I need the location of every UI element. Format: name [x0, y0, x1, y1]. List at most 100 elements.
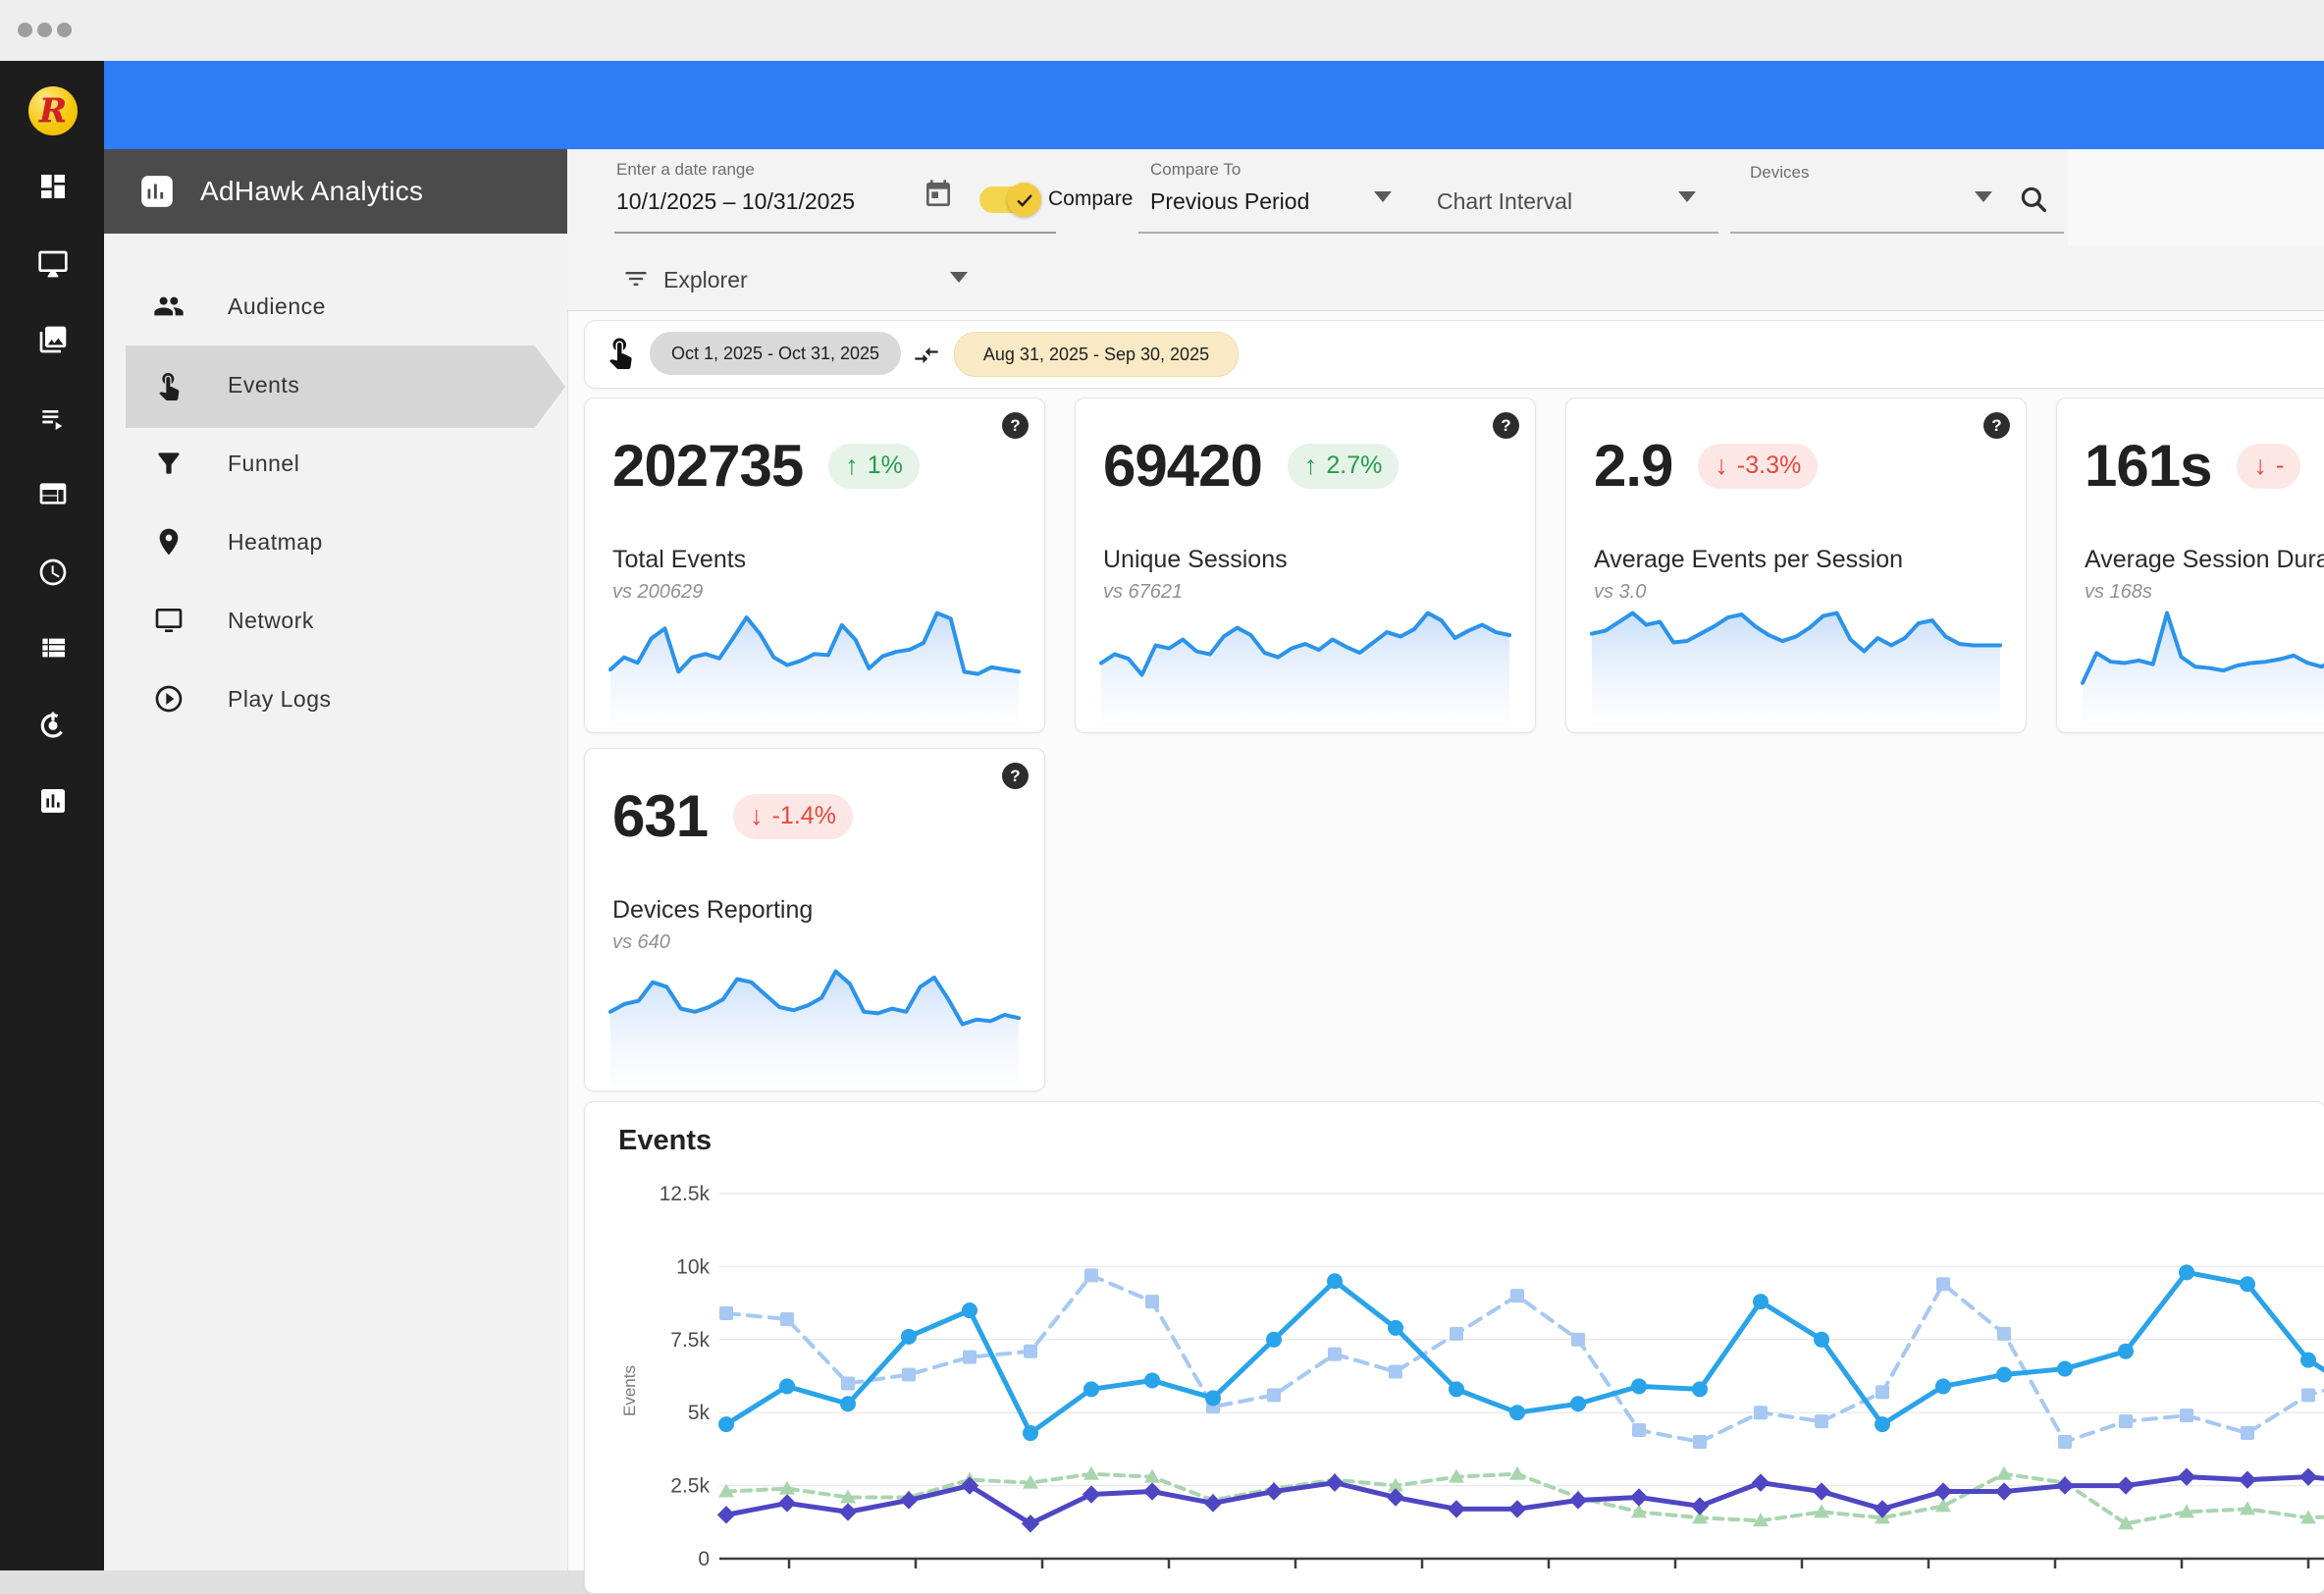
events-line-chart[interactable]: 0 2.5k 5k 7.5k 10k 12.5k Events [584, 1101, 2324, 1570]
nav-item-play-logs[interactable]: Play Logs [104, 660, 567, 738]
toolbar-row-1-end [2068, 149, 2324, 245]
svg-text:12.5k: 12.5k [660, 1183, 711, 1205]
window-dot[interactable] [57, 23, 72, 37]
people-icon [153, 291, 185, 322]
svg-text:10k: 10k [676, 1255, 710, 1278]
svg-text:5k: 5k [688, 1402, 711, 1424]
nav-item-events[interactable]: Events [104, 345, 567, 424]
kpi-label: Total Events [612, 546, 746, 574]
monitor-icon [153, 605, 185, 636]
date-range-label: Enter a date range [616, 160, 755, 180]
dashboard-icon[interactable] [37, 171, 69, 202]
svg-text:0: 0 [698, 1548, 710, 1570]
touch-icon [603, 334, 638, 369]
window-dot[interactable] [18, 23, 32, 37]
arrow-up-icon: ↑ [1304, 451, 1318, 481]
nav-item-audience[interactable]: Audience [104, 267, 567, 345]
compare-toggle-label: Compare [1048, 187, 1133, 211]
window-titlebar [0, 0, 2324, 61]
app-logo-icon[interactable]: R [28, 86, 78, 135]
chevron-down-icon[interactable] [1678, 191, 1696, 202]
kpi-delta-badge: ↓- [2237, 444, 2300, 489]
chevron-down-icon[interactable] [1975, 191, 1992, 202]
nav-label: Network [228, 608, 314, 634]
kpi-delta-badge: ↓-1.4% [733, 794, 853, 839]
chart-interval-select[interactable]: Chart Interval [1437, 188, 1572, 215]
arrow-up-icon: ↑ [845, 451, 859, 481]
compare-to-select[interactable]: Previous Period [1150, 188, 1309, 215]
kpi-label: Devices Reporting [612, 896, 813, 925]
toolbar-row-2 [567, 245, 2324, 311]
help-icon[interactable]: ? [1493, 412, 1519, 439]
kpi-sparkline [605, 951, 1025, 1085]
search-icon[interactable] [2017, 183, 2050, 216]
kpi-delta-badge: ↑2.7% [1288, 444, 1399, 489]
svg-text:Events: Events [620, 1365, 639, 1416]
date-range-input[interactable]: 10/1/2025 – 10/31/2025 [616, 188, 855, 215]
kpi-label: Average Events per Session [1594, 546, 1903, 574]
photo-library-icon[interactable] [37, 324, 69, 355]
arrow-down-icon: ↓ [750, 801, 764, 831]
chevron-down-icon[interactable] [950, 272, 968, 283]
joystick-icon[interactable] [37, 709, 69, 740]
top-accent-bar [104, 61, 2324, 149]
kpi-value: 69420 [1103, 432, 1262, 500]
nav-label: Funnel [228, 451, 299, 477]
kpi-label: Unique Sessions [1103, 546, 1288, 574]
svg-text:7.5k: 7.5k [670, 1329, 710, 1352]
kpi-card-total-events: 202735 ↑1% ? Total Events vs 200629 [584, 398, 1045, 733]
previous-range-chip[interactable]: Aug 31, 2025 - Sep 30, 2025 [954, 332, 1239, 377]
kpi-card-unique-sessions: 69420 ↑2.7% ? Unique Sessions vs 67621 [1075, 398, 1536, 733]
kpi-sparkline [605, 593, 1025, 726]
kpi-value: 202735 [612, 432, 803, 500]
web-layout-icon[interactable] [37, 478, 69, 509]
kpi-delta-badge: ↓-3.3% [1698, 444, 1818, 489]
compare-to-label: Compare To [1150, 160, 1241, 180]
nav-label: Events [228, 372, 299, 398]
explorer-select[interactable]: Explorer [663, 267, 748, 293]
check-icon [1014, 189, 1035, 211]
window-dot[interactable] [37, 23, 52, 37]
nav-label: Play Logs [228, 686, 332, 713]
kpi-card-session-duration: 161s ↓- ? Average Session Duration vs 16… [2056, 398, 2324, 733]
view-list-icon[interactable] [37, 632, 69, 664]
clock-icon[interactable] [37, 557, 69, 588]
funnel-icon [153, 448, 185, 479]
playlist-play-icon[interactable] [37, 402, 69, 434]
kpi-value: 161s [2085, 432, 2211, 500]
date-range-underline [614, 232, 1056, 234]
kpi-label: Average Session Duration [2085, 546, 2324, 574]
compare-toggle-thumb[interactable] [1007, 183, 1041, 217]
arrow-down-icon: ↓ [1715, 451, 1728, 481]
help-icon[interactable]: ? [1983, 412, 2010, 439]
filter-list-icon [622, 265, 650, 292]
bar-chart-icon[interactable] [37, 785, 69, 817]
arrow-down-icon: ↓ [2253, 451, 2267, 481]
chevron-down-icon[interactable] [1374, 191, 1392, 202]
insert-chart-icon [137, 172, 177, 211]
help-icon[interactable]: ? [1002, 412, 1029, 439]
chart-interval-underline [1431, 232, 1718, 234]
kpi-sparkline [2077, 593, 2324, 726]
app-title: AdHawk Analytics [200, 176, 423, 207]
nav-item-network[interactable]: Network [104, 581, 567, 660]
kpi-card-devices-reporting: 631 ↓-1.4% ? Devices Reporting vs 640 [584, 748, 1045, 1091]
kpi-delta-badge: ↑1% [828, 444, 920, 489]
nav-item-funnel[interactable]: Funnel [104, 424, 567, 503]
kpi-value: 2.9 [1594, 432, 1672, 500]
touch-icon [153, 369, 185, 400]
nav-label: Audience [228, 293, 326, 320]
play-circle-icon [153, 683, 185, 715]
help-icon[interactable]: ? [1002, 763, 1029, 789]
devices-underline [1730, 232, 2064, 234]
svg-text:2.5k: 2.5k [670, 1475, 710, 1498]
kpi-sparkline [1586, 593, 2006, 726]
current-range-chip[interactable]: Oct 1, 2025 - Oct 31, 2025 [650, 332, 901, 375]
kpi-value: 631 [612, 782, 708, 850]
calendar-icon[interactable] [923, 179, 954, 210]
kpi-card-avg-events: 2.9 ↓-3.3% ? Average Events per Session … [1565, 398, 2027, 733]
nav-item-heatmap[interactable]: Heatmap [104, 503, 567, 581]
desktop-icon[interactable] [37, 248, 69, 280]
app-header: AdHawk Analytics [104, 149, 567, 234]
compare-arrows-icon [913, 342, 940, 369]
